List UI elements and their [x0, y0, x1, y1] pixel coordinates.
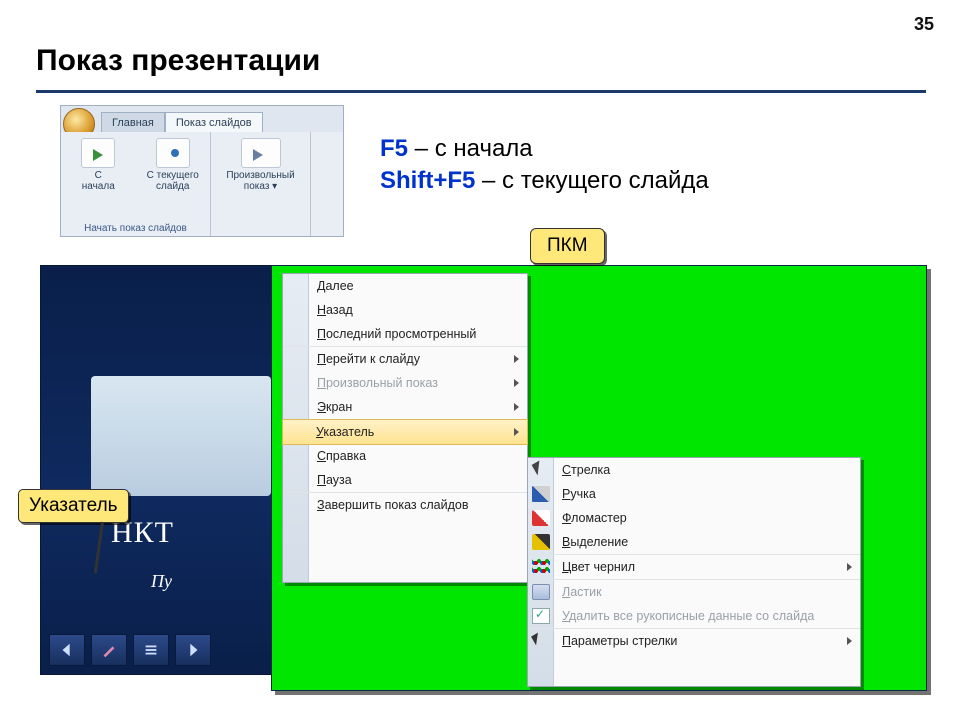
from-current-icon: [156, 138, 190, 168]
menu-item-label: Произвольный показ: [317, 376, 438, 390]
callout-pointer: Указатель: [18, 489, 129, 523]
btn-from-beginning[interactable]: С начала: [61, 132, 136, 236]
ctx-main-item-7[interactable]: Справка: [283, 444, 527, 468]
ic-opt-icon: [532, 633, 550, 649]
ctx-sub-item-4[interactable]: Цвет чернил: [528, 555, 860, 580]
ctx-sub-item-2[interactable]: Фломастер: [528, 506, 860, 530]
ctx-sub-item-3[interactable]: Выделение: [528, 530, 860, 555]
submenu-arrow-icon: [847, 637, 852, 645]
page-title: Показ презентации: [36, 44, 320, 78]
menu-item-label: Последний просмотренный: [317, 327, 476, 341]
btn-from-beginning-label: С начала: [82, 170, 115, 192]
submenu-arrow-icon: [514, 403, 519, 411]
tab-home[interactable]: Главная: [101, 112, 165, 134]
context-menu-main: Далее Назад Последний просмотренный Перейти…: [282, 273, 528, 583]
toolbar-menu-button[interactable]: [133, 634, 169, 666]
tab-slideshow[interactable]: Показ слайдов: [165, 112, 263, 134]
slide-subtitle-fragment: Пу: [151, 571, 172, 592]
menu-item-label: Назад: [317, 303, 353, 317]
ctx-main-item-1[interactable]: Назад: [283, 298, 527, 322]
menu-item-label: Завершить показ слайдов: [317, 498, 468, 512]
submenu-arrow-icon: [847, 563, 852, 571]
ctx-sub-item-0[interactable]: Стрелка: [528, 458, 860, 482]
from-beginning-icon: [81, 138, 115, 168]
ic-marker-icon: [532, 510, 550, 526]
menu-item-label: Выделение: [562, 535, 628, 549]
context-menu-pointer-sub: Стрелка Ручка Фломастер Выделение Цвет черни…: [527, 457, 861, 687]
toolbar-prev-button[interactable]: [49, 634, 85, 666]
ctx-main-item-3[interactable]: Перейти к слайду: [283, 347, 527, 371]
title-divider: [36, 90, 926, 93]
ic-del-icon: [532, 608, 550, 624]
menu-item-label: Указатель: [316, 425, 374, 439]
hotkey-shift-f5-desc: – с текущего слайда: [475, 167, 708, 194]
menu-item-label: Пауза: [317, 473, 352, 487]
ctx-main-item-6[interactable]: Указатель: [282, 419, 528, 445]
ic-ink-icon: [532, 559, 550, 575]
toolbar-pen-button[interactable]: [91, 634, 127, 666]
menu-item-label: Далее: [317, 279, 354, 293]
ctx-sub-item-6: Удалить все рукописные данные со слайда: [528, 604, 860, 629]
btn-custom-show[interactable]: Произвольный показ ▾: [211, 132, 310, 236]
ic-arrow-icon: [532, 462, 550, 478]
ctx-main-item-8[interactable]: Пауза: [283, 468, 527, 493]
menu-item-label: Ластик: [562, 585, 602, 599]
btn-from-current-label: С текущего слайда: [147, 170, 199, 192]
btn-from-current[interactable]: С текущего слайда: [136, 132, 211, 236]
submenu-arrow-icon: [514, 355, 519, 363]
menu-item-label: Параметры стрелки: [562, 634, 677, 648]
ctx-main-item-9[interactable]: Завершить показ слайдов: [283, 493, 527, 517]
ic-pen-icon: [532, 486, 550, 502]
btn-custom-show-label: Произвольный показ ▾: [226, 170, 294, 192]
menu-item-label: Фломастер: [562, 511, 627, 525]
menu-item-label: Цвет чернил: [562, 560, 635, 574]
slideshow-toolbar: [49, 634, 211, 666]
hotkey-f5-desc: – с начала: [408, 135, 533, 162]
toolbar-next-button[interactable]: [175, 634, 211, 666]
hotkey-shift-f5: Shift+F5: [380, 167, 475, 194]
ic-high-icon: [532, 534, 550, 550]
hotkeys-text: F5 – с начала Shift+F5 – с текущего слай…: [380, 133, 709, 198]
menu-item-label: Экран: [317, 400, 352, 414]
ctx-sub-item-1[interactable]: Ручка: [528, 482, 860, 506]
ic-eraser-icon: [532, 584, 550, 600]
hotkey-f5: F5: [380, 135, 408, 162]
menu-item-label: Перейти к слайду: [317, 352, 420, 366]
ctx-sub-item-7[interactable]: Параметры стрелки: [528, 629, 860, 653]
group-start-slideshow-label: Начать показ слайдов: [61, 223, 210, 234]
ctx-main-item-4: Произвольный показ: [283, 371, 527, 395]
ribbon-slideshow: Главная Показ слайдов С начала С текущег…: [60, 105, 344, 237]
submenu-arrow-icon: [514, 428, 519, 436]
ctx-main-item-2[interactable]: Последний просмотренный: [283, 322, 527, 347]
ctx-sub-item-5: Ластик: [528, 580, 860, 604]
custom-show-icon: [241, 138, 281, 168]
callout-rightclick: ПКМ: [530, 228, 605, 264]
page-number: 35: [914, 14, 934, 35]
menu-item-label: Стрелка: [562, 463, 610, 477]
menu-item-label: Удалить все рукописные данные со слайда: [562, 609, 814, 623]
ctx-main-item-5[interactable]: Экран: [283, 395, 527, 420]
menu-item-label: Ручка: [562, 487, 596, 501]
ctx-main-item-0[interactable]: Далее: [283, 274, 527, 298]
slide-image: [91, 376, 271, 496]
menu-item-label: Справка: [317, 449, 366, 463]
submenu-arrow-icon: [514, 379, 519, 387]
